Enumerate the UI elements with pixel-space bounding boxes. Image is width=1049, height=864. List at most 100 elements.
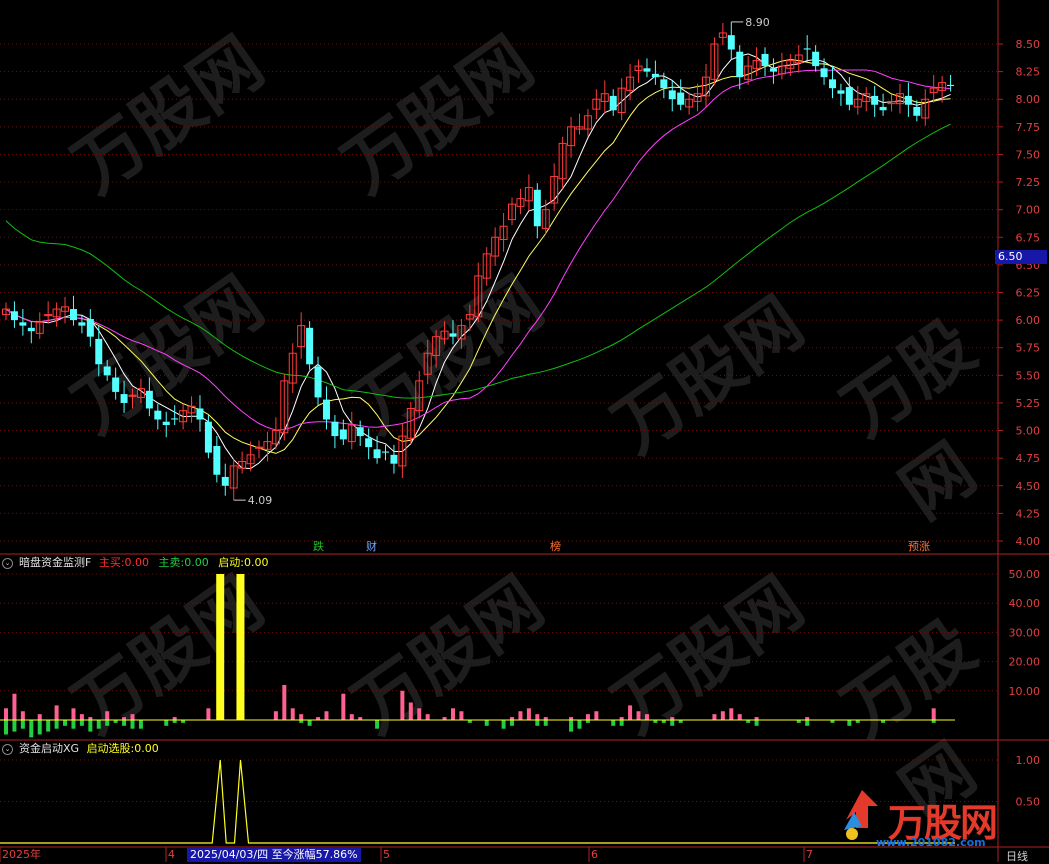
price-axis-label: 8.00 [1016,93,1041,106]
sell-bar [670,720,675,726]
time-axis-label: 5 [383,848,390,861]
candle-body [112,377,120,392]
sell-bar [122,720,127,726]
candle-body [449,333,457,337]
buy-value: 0.00 [124,556,150,569]
buy-bar [4,708,8,720]
time-axis-label: 4 [168,848,175,861]
sell-bar [105,720,110,726]
candle-body [651,73,659,78]
candle-body [213,446,221,475]
sell-bar [63,720,68,726]
candle-body [668,90,676,100]
candle-body [533,189,541,227]
candle-body [339,429,347,440]
collapse-icon[interactable]: ⌄ [2,743,13,755]
candle-body [845,87,853,105]
buy-bar [37,714,42,720]
candle-body [69,309,77,321]
candle-body [221,476,229,486]
buy-bar [299,714,304,720]
candle-body [904,95,912,105]
candle-body [871,95,879,105]
sell-bar [501,720,506,729]
candle-body [314,366,322,398]
event-badge-die[interactable]: 跌 [311,540,326,553]
sell-bar [543,720,548,726]
event-badge-bang[interactable]: 榜 [548,540,563,553]
candle-body [10,311,18,321]
sell-bar [510,720,515,726]
buy-bar [729,708,734,720]
buy-bar [594,711,599,720]
buy-bar [341,693,346,720]
price-axis-label: 5.00 [1016,425,1041,438]
candle-body [356,427,364,437]
candle-body [145,390,153,409]
price-axis-label: 4.25 [1016,507,1041,520]
start-signal-bar [236,574,245,720]
sell-bar [307,720,312,726]
price-axis-label: 6.00 [1016,314,1041,327]
sell-bar [611,720,616,726]
buy-bar [459,711,464,720]
price-axis-label: 5.25 [1016,397,1041,410]
buy-bar [273,711,278,720]
candle-body [820,68,828,78]
price-axis-label: 7.00 [1016,204,1041,217]
buy-bar [130,714,135,720]
candle-body [331,421,339,437]
candle-body [103,366,111,376]
event-badge-cai[interactable]: 财 [364,540,379,553]
price-axis-label: 4.75 [1016,452,1041,465]
sell-bar [79,720,84,726]
sell-bar [619,720,624,726]
candle-body [947,84,955,86]
buy-bar [324,711,329,720]
candle-body [196,408,204,420]
candle-body [609,95,617,111]
start-label: 启动: [218,556,244,569]
current-price-tag: 6.50 [995,250,1047,264]
sell-bar [37,720,42,735]
stock-chart[interactable]: 8.90 4.09 8.50 8.25 8.00 7.75 7.50 7.25 7.00 6.7… [0,0,1049,862]
price-axis-label: 6.75 [1016,231,1041,244]
buy-bar [12,693,17,720]
indicator-axis-label: 20.00 [1009,656,1041,669]
candle-body [390,454,398,464]
candle-body [677,92,685,105]
candle-body [736,51,744,78]
candle-body [373,449,381,459]
brand-logo-icon [838,782,884,842]
buy-bar [54,705,59,720]
price-axis-label: 7.50 [1016,148,1041,161]
time-axis-label: 7 [806,848,813,861]
candle-body [306,327,314,365]
candle-body [761,53,769,67]
sell-bar [88,720,93,732]
buy-bar [636,711,641,720]
collapse-icon[interactable]: ⌄ [2,557,13,569]
candle-body [769,68,777,72]
candle-body [812,51,820,67]
candle-body [171,418,179,420]
brand-site: www.201082.com [876,836,986,849]
buy-bar [450,708,455,720]
candle-body [365,438,373,448]
buy-bar [282,684,287,720]
candle-body [204,421,212,453]
high-label: 8.90 [745,16,770,29]
sell-bar [71,720,76,729]
sell-bar [569,720,574,732]
price-axis-label: 4.00 [1016,535,1041,548]
indicator-axis-label: 10.00 [1009,685,1041,698]
signal-panel-header[interactable]: ⌄ 资金启动XG 启动选股:0.00 [2,742,165,756]
ma60-line [5,123,951,399]
buy-bar [290,708,295,720]
event-badge-yuzhang[interactable]: 预涨 [906,540,932,553]
buy-bar [408,702,413,720]
buy-bar [20,711,25,720]
indicator-panel-header[interactable]: ⌄ 暗盘资金监测F 主买:0.00 主卖:0.00 启动:0.00 [2,556,274,570]
buy-bar [518,711,523,720]
signal-axis-label: 1.00 [1016,754,1041,767]
